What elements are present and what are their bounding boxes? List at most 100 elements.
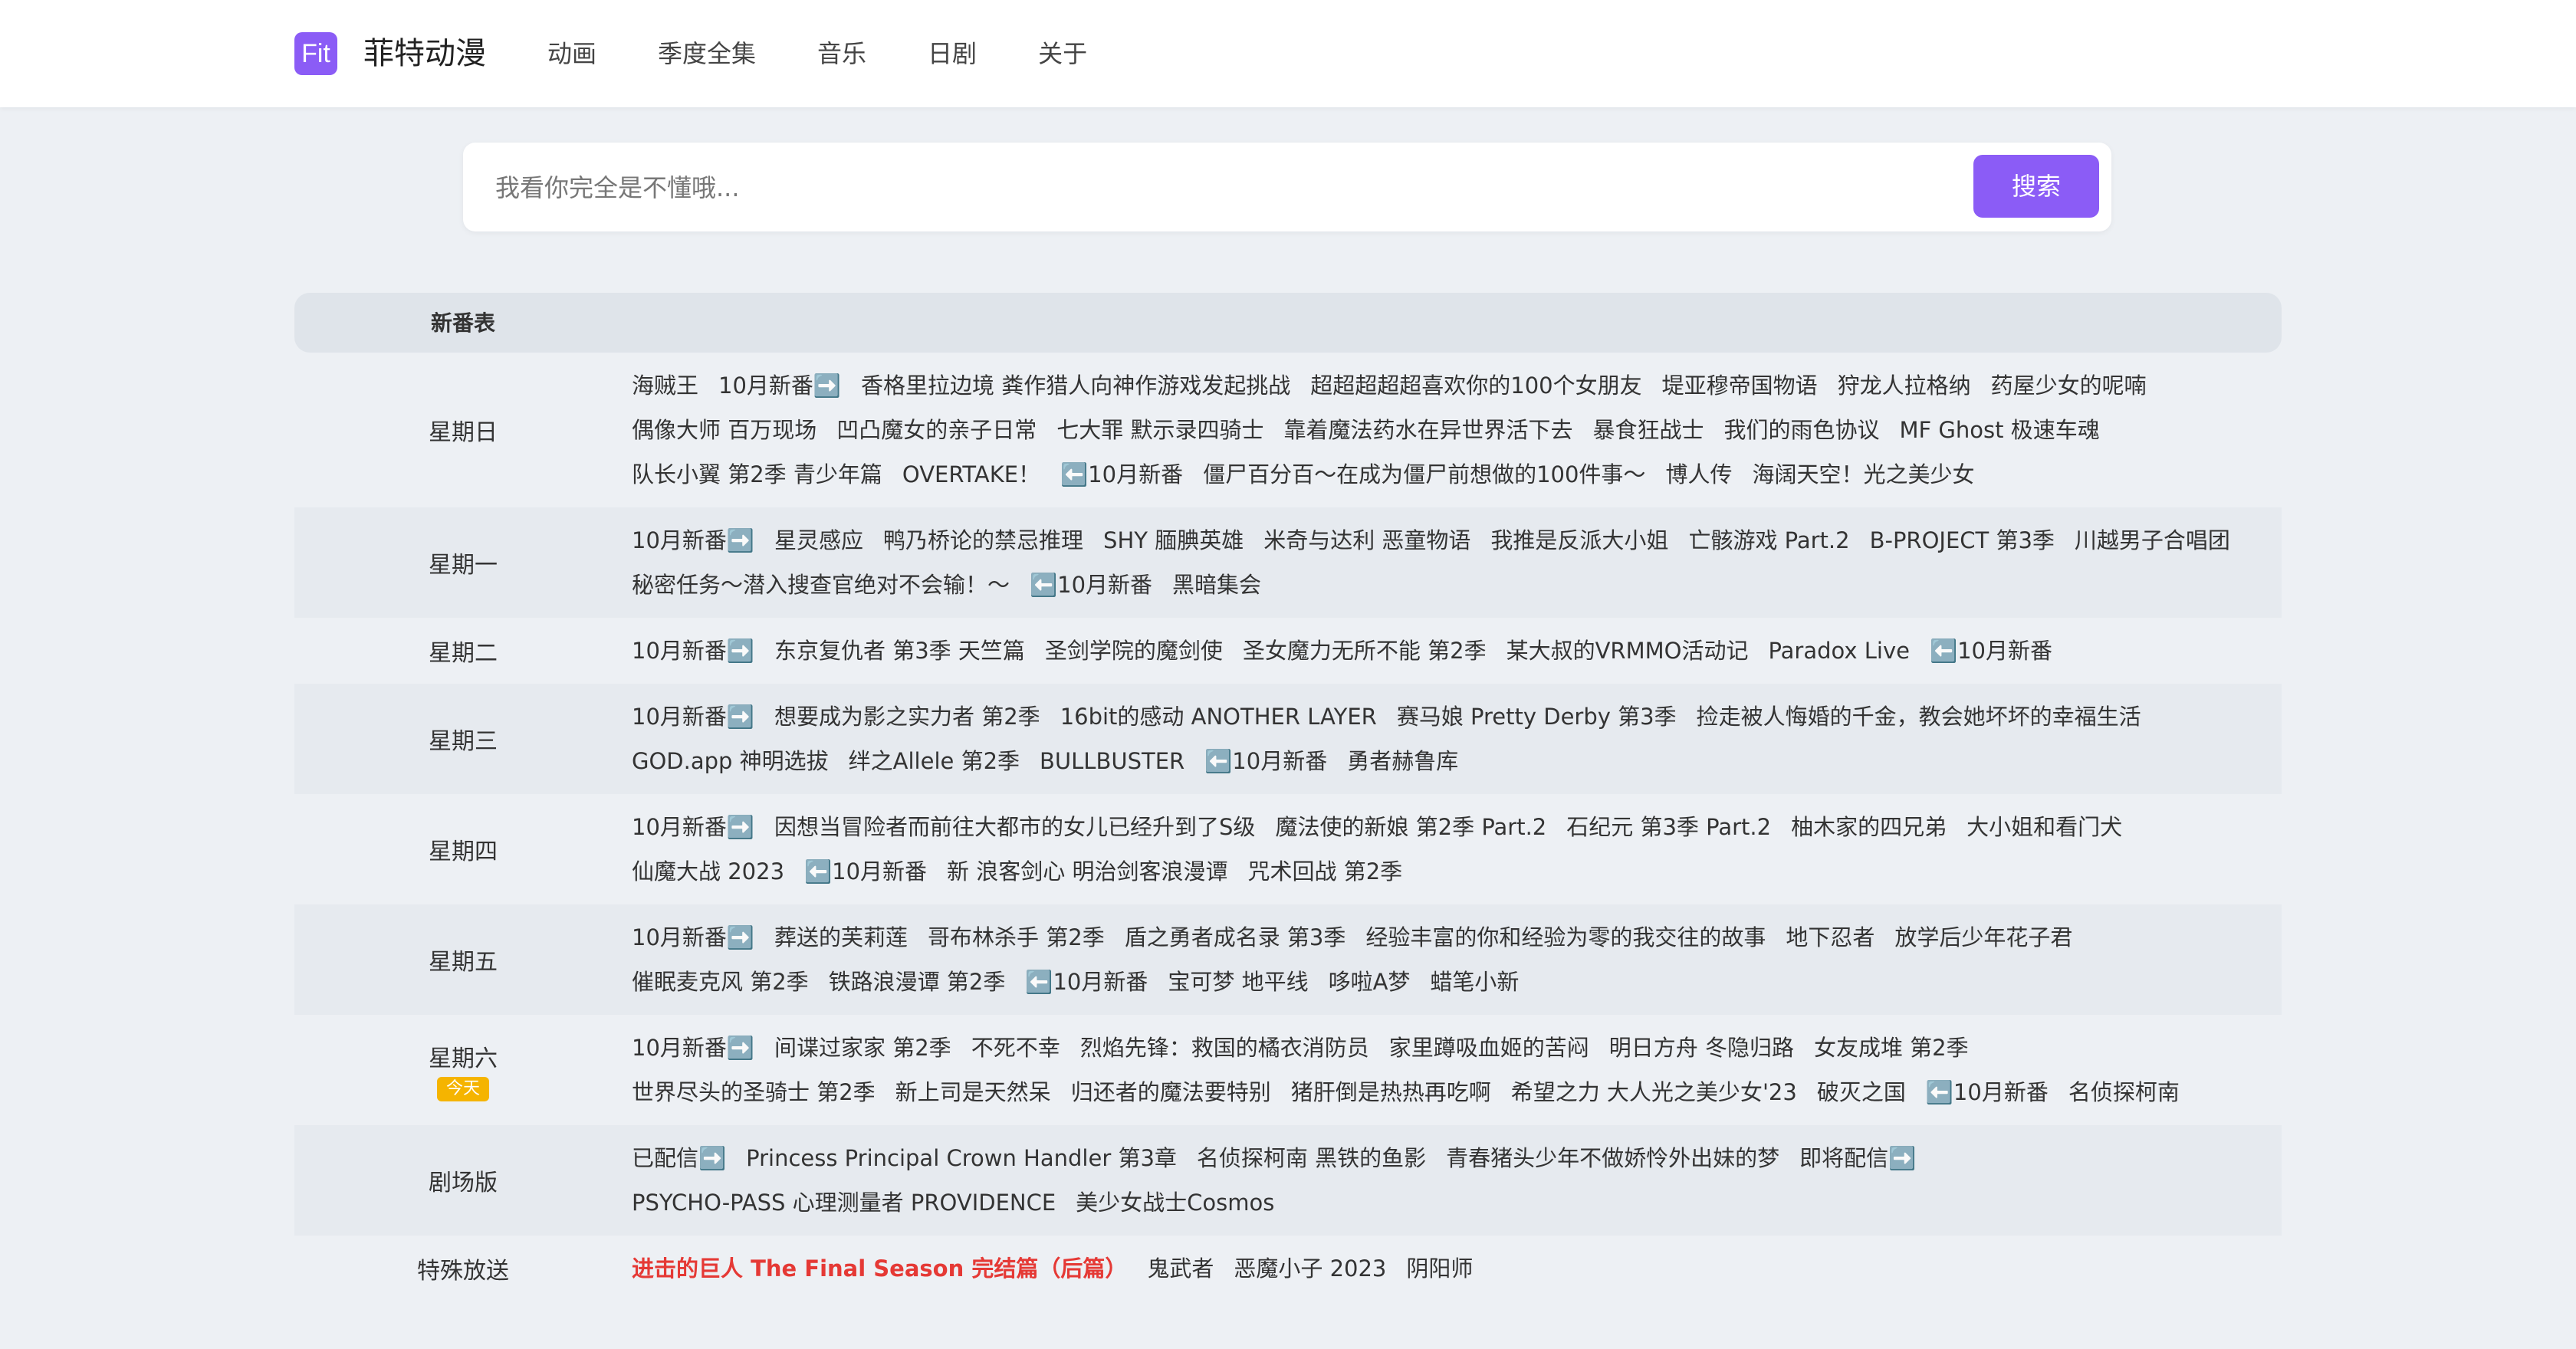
anime-title-link[interactable]: 因想当冒险者而前往大都市的女儿已经升到了S级 <box>774 805 1255 849</box>
anime-title-link[interactable]: 捡走被人悔婚的千金，教会她坏坏的幸福生活 <box>1697 694 2141 739</box>
anime-title-link[interactable]: 明日方舟 冬隐归路 <box>1609 1026 1794 1070</box>
anime-title-link[interactable]: 堤亚穆帝国物语 <box>1662 363 1818 408</box>
anime-title-link[interactable]: 青春猪头少年不做娇怜外出妹的梦 <box>1446 1136 1779 1180</box>
anime-title-link[interactable]: 名侦探柯南 <box>2068 1070 2180 1114</box>
anime-title-link[interactable]: 10月新番➡️ <box>632 629 754 673</box>
anime-title-link[interactable]: OVERTAKE！ <box>902 452 1040 497</box>
anime-title-link[interactable]: ⬅️10月新番 <box>1930 629 2052 673</box>
anime-title-link[interactable]: 某大叔的VRMMO活动记 <box>1506 629 1749 673</box>
anime-title-link[interactable]: 超超超超超喜欢你的100个女朋友 <box>1310 363 1641 408</box>
anime-title-link[interactable]: 归还者的魔法要特别 <box>1071 1070 1271 1114</box>
anime-title-link[interactable]: 阴阳师 <box>1406 1246 1473 1291</box>
anime-title-link[interactable]: PSYCHO-PASS 心理测量者 PROVIDENCE <box>632 1180 1056 1225</box>
anime-title-link[interactable]: MF Ghost 极速车魂 <box>1900 408 2100 452</box>
anime-title-link[interactable]: 我推是反派大小姐 <box>1490 518 1668 563</box>
anime-title-link[interactable]: 新 浪客剑心 明治剑客浪漫谭 <box>947 849 1227 894</box>
anime-title-link[interactable]: 咒术回战 第2季 <box>1247 849 1402 894</box>
anime-title-link[interactable]: 魔法使的新娘 第2季 Part.2 <box>1275 805 1546 849</box>
anime-title-link[interactable]: 鸭乃桥论的禁忌推理 <box>883 518 1083 563</box>
anime-title-link[interactable]: ⬅️10月新番 <box>1030 563 1152 607</box>
anime-title-link[interactable]: 队长小翼 第2季 青少年篇 <box>632 452 882 497</box>
anime-title-link[interactable]: 经验丰富的你和经验为零的我交往的故事 <box>1365 915 1766 960</box>
anime-title-link[interactable]: 催眠麦克风 第2季 <box>632 960 809 1004</box>
anime-title-link[interactable]: 哆啦A梦 <box>1329 960 1411 1004</box>
anime-title-link[interactable]: 盾之勇者成名录 第3季 <box>1125 915 1346 960</box>
anime-title-link[interactable]: 10月新番➡️ <box>632 694 754 739</box>
anime-title-link[interactable]: BULLBUSTER <box>1040 739 1184 783</box>
anime-title-link[interactable]: 海贼王 <box>632 363 698 408</box>
anime-title-link[interactable]: 恶魔小子 2023 <box>1234 1246 1386 1291</box>
anime-title-link[interactable]: 暴食狂战士 <box>1592 408 1704 452</box>
anime-title-link[interactable]: 进击的巨人 The Final Season 完结篇（后篇） <box>632 1246 1127 1291</box>
anime-title-link[interactable]: 七大罪 默示录四骑士 <box>1056 408 1263 452</box>
site-name[interactable]: 菲特动漫 <box>363 34 486 74</box>
anime-title-link[interactable]: 家里蹲吸血姬的苦闷 <box>1389 1026 1589 1070</box>
anime-title-link[interactable]: 名侦探柯南 黑铁的鱼影 <box>1197 1136 1426 1180</box>
anime-title-link[interactable]: 赛马娘 Pretty Derby 第3季 <box>1397 694 1677 739</box>
anime-title-link[interactable]: 10月新番➡️ <box>632 518 754 563</box>
anime-title-link[interactable]: 柚木家的四兄弟 <box>1791 805 1947 849</box>
nav-item-season-collection[interactable]: 季度全集 <box>658 37 756 71</box>
anime-title-link[interactable]: 间谍过家家 第2季 <box>774 1026 951 1070</box>
anime-title-link[interactable]: 美少女战士Cosmos <box>1076 1180 1274 1225</box>
anime-title-link[interactable]: 10月新番➡️ <box>718 363 841 408</box>
anime-title-link[interactable]: 我们的雨色协议 <box>1723 408 1879 452</box>
site-logo[interactable]: Fit <box>294 32 337 75</box>
anime-title-link[interactable]: 香格里拉边境 粪作猎人向神作游戏发起挑战 <box>861 363 1290 408</box>
anime-title-link[interactable]: 想要成为影之实力者 第2季 <box>774 694 1040 739</box>
anime-title-link[interactable]: 亡骸游戏 Part.2 <box>1688 518 1849 563</box>
anime-title-link[interactable]: 蜡笔小新 <box>1430 960 1519 1004</box>
nav-item-anime[interactable]: 动画 <box>547 37 596 71</box>
anime-title-link[interactable]: 大小姐和看门犬 <box>1967 805 2122 849</box>
anime-title-link[interactable]: 秘密任务～潜入搜查官绝对不会输！～ <box>632 563 1010 607</box>
anime-title-link[interactable]: 绊之Allele 第2季 <box>849 739 1020 783</box>
anime-title-link[interactable]: 已配信➡️ <box>632 1136 726 1180</box>
anime-title-link[interactable]: 地下忍者 <box>1786 915 1875 960</box>
anime-title-link[interactable]: 勇者赫鲁库 <box>1347 739 1458 783</box>
anime-title-link[interactable]: 不死不幸 <box>971 1026 1060 1070</box>
anime-title-link[interactable]: 鬼武者 <box>1147 1246 1214 1291</box>
anime-title-link[interactable]: 新上司是天然呆 <box>895 1070 1051 1114</box>
anime-title-link[interactable]: 葬送的芙莉莲 <box>774 915 908 960</box>
anime-title-link[interactable]: 狩龙人拉格纳 <box>1838 363 1971 408</box>
anime-title-link[interactable]: 偶像大师 百万现场 <box>632 408 816 452</box>
anime-title-link[interactable]: 东京复仇者 第3季 天竺篇 <box>774 629 1025 673</box>
anime-title-link[interactable]: ⬅️10月新番 <box>1060 452 1183 497</box>
nav-item-jdrama[interactable]: 日剧 <box>928 37 977 71</box>
anime-title-link[interactable]: 靠着魔法药水在异世界活下去 <box>1283 408 1572 452</box>
anime-title-link[interactable]: 圣女魔力无所不能 第2季 <box>1243 629 1487 673</box>
anime-title-link[interactable]: 凹凸魔女的亲子日常 <box>836 408 1037 452</box>
anime-title-link[interactable]: 黑暗集会 <box>1172 563 1261 607</box>
anime-title-link[interactable]: ⬅️10月新番 <box>1025 960 1148 1004</box>
anime-title-link[interactable]: 烈焰先锋：救国的橘衣消防员 <box>1080 1026 1369 1070</box>
anime-title-link[interactable]: B-PROJECT 第3季 <box>1870 518 2055 563</box>
anime-title-link[interactable]: 世界尽头的圣骑士 第2季 <box>632 1070 876 1114</box>
anime-title-link[interactable]: 16bit的感动 ANOTHER LAYER <box>1060 694 1377 739</box>
anime-title-link[interactable]: 宝可梦 地平线 <box>1168 960 1308 1004</box>
anime-title-link[interactable]: 石纪元 第3季 Part.2 <box>1566 805 1771 849</box>
anime-title-link[interactable]: 10月新番➡️ <box>632 1026 754 1070</box>
anime-title-link[interactable]: 星灵感应 <box>774 518 863 563</box>
anime-title-link[interactable]: GOD.app 神明选拔 <box>632 739 829 783</box>
anime-title-link[interactable]: 铁路浪漫谭 第2季 <box>829 960 1006 1004</box>
anime-title-link[interactable]: 海阔天空！光之美少女 <box>1752 452 1974 497</box>
anime-title-link[interactable]: ⬅️10月新番 <box>804 849 927 894</box>
nav-item-about[interactable]: 关于 <box>1038 37 1087 71</box>
anime-title-link[interactable]: 川越男子合唱团 <box>2075 518 2230 563</box>
anime-title-link[interactable]: 希望之力 大人光之美少女'23 <box>1511 1070 1797 1114</box>
anime-title-link[interactable]: 僵尸百分百～在成为僵尸前想做的100件事～ <box>1203 452 1645 497</box>
anime-title-link[interactable]: 仙魔大战 2023 <box>632 849 784 894</box>
anime-title-link[interactable]: 10月新番➡️ <box>632 915 754 960</box>
anime-title-link[interactable]: 博人传 <box>1665 452 1732 497</box>
anime-title-link[interactable]: 米奇与达利 恶童物语 <box>1263 518 1470 563</box>
anime-title-link[interactable]: 10月新番➡️ <box>632 805 754 849</box>
anime-title-link[interactable]: 破灭之国 <box>1817 1070 1906 1114</box>
anime-title-link[interactable]: SHY 腼腆英雄 <box>1103 518 1244 563</box>
search-input[interactable] <box>494 164 1647 212</box>
anime-title-link[interactable]: ⬅️10月新番 <box>1926 1070 2049 1114</box>
anime-title-link[interactable]: 哥布林杀手 第2季 <box>928 915 1105 960</box>
anime-title-link[interactable]: Princess Principal Crown Handler 第3章 <box>746 1136 1177 1180</box>
anime-title-link[interactable]: 放学后少年花子君 <box>1894 915 2072 960</box>
anime-title-link[interactable]: 圣剑学院的魔剑使 <box>1045 629 1223 673</box>
anime-title-link[interactable]: 猪肝倒是热热再吃啊 <box>1291 1070 1491 1114</box>
